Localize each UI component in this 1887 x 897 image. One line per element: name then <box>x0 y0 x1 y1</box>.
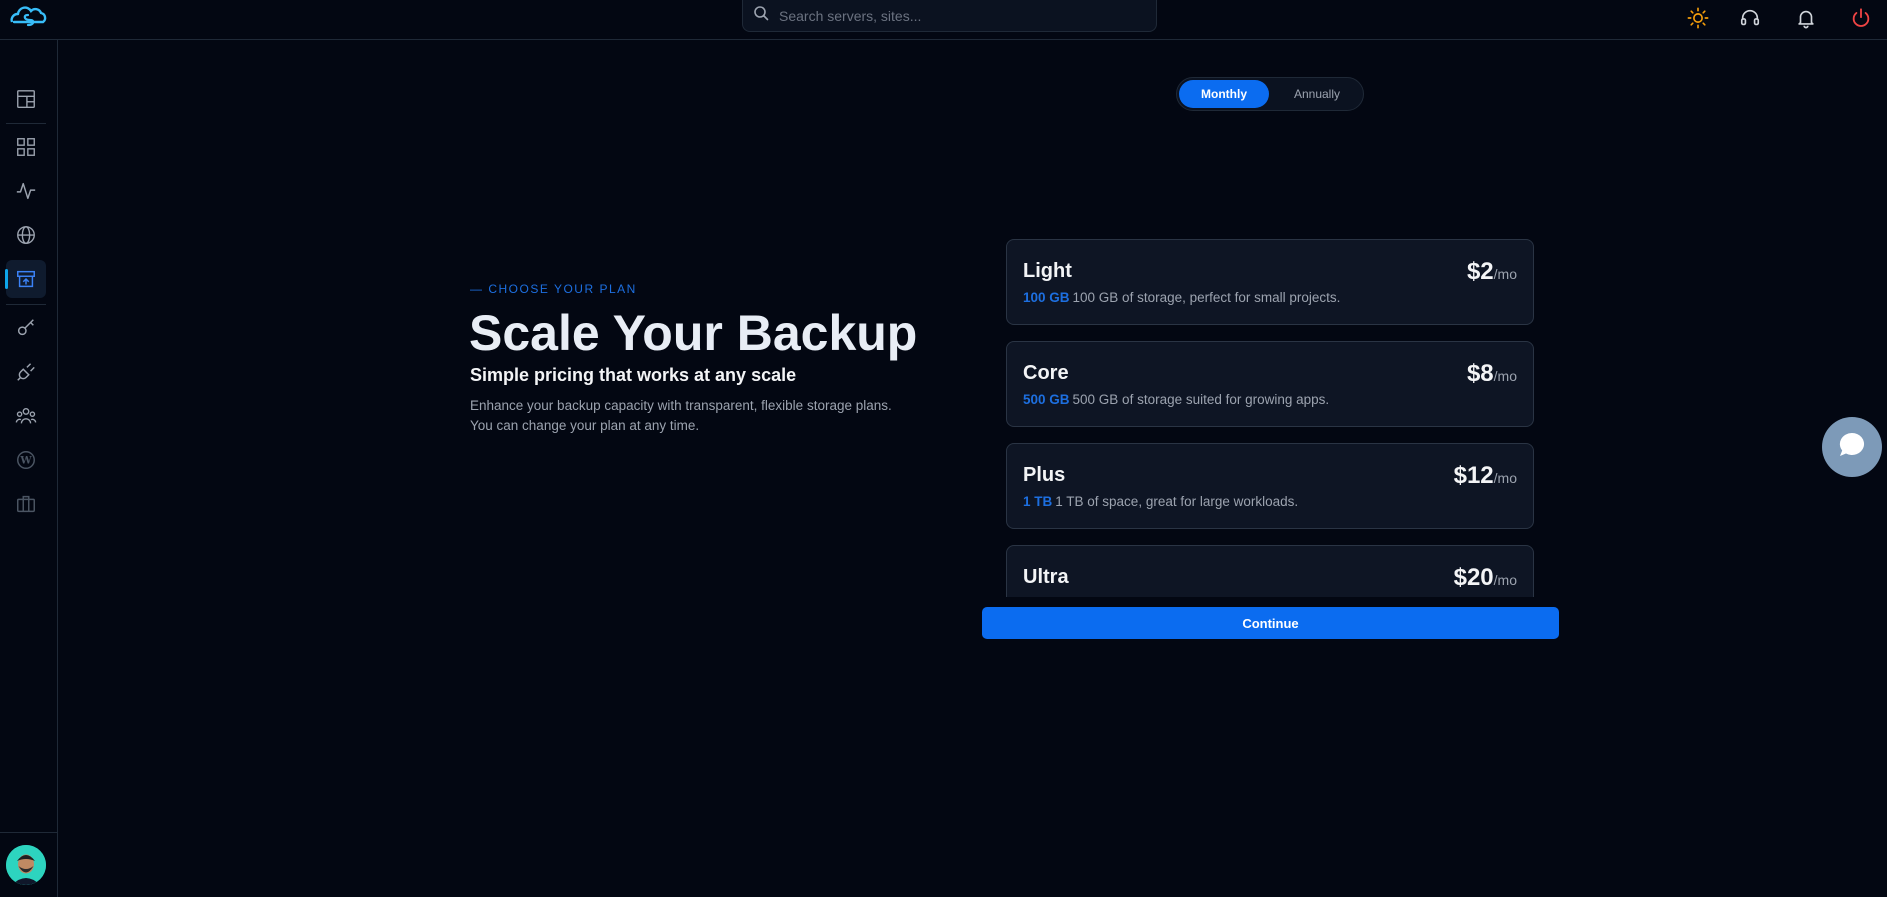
plan-description: 500 GB 500 GB of storage suited for growi… <box>1023 392 1329 407</box>
sidebar-divider <box>6 123 46 124</box>
plan-card-plus[interactable]: Plus $12/mo 1 TB 1 TB of space, great for… <box>1006 443 1534 529</box>
chat-icon <box>1837 430 1867 465</box>
plan-name: Light <box>1023 260 1072 282</box>
sidebar: W <box>0 40 58 897</box>
page-title: Scale Your Backup <box>469 305 918 361</box>
key-icon[interactable] <box>6 309 46 347</box>
price-period: /mo <box>1493 266 1517 282</box>
plan-price: $2/mo <box>1467 258 1517 286</box>
monthly-toggle-button[interactable]: Monthly <box>1179 80 1269 108</box>
plan-price: $8/mo <box>1467 360 1517 388</box>
search-bar[interactable] <box>742 0 1157 32</box>
plan-desc-text: 100 GB of storage, perfect for small pro… <box>1072 290 1341 305</box>
plan-desc-text: 500 GB of storage suited for growing app… <box>1072 392 1330 407</box>
plug-icon[interactable] <box>6 353 46 391</box>
sun-icon[interactable] <box>1684 4 1712 32</box>
top-bar <box>0 0 1887 40</box>
plan-price: $12/mo <box>1454 462 1517 490</box>
description-line: You can change your plan at any time. <box>470 418 700 433</box>
briefcase-icon[interactable] <box>6 485 46 523</box>
continue-button[interactable]: Continue <box>982 607 1559 639</box>
dashboard-icon[interactable] <box>6 80 46 118</box>
plan-description: 100 GB 100 GB of storage, perfect for sma… <box>1023 290 1340 305</box>
wordpress-icon[interactable]: W <box>6 441 46 479</box>
cloudstick-logo[interactable] <box>8 4 52 30</box>
plan-capacity: 500 GB <box>1023 392 1070 407</box>
apps-grid-icon[interactable] <box>6 128 46 166</box>
team-icon[interactable] <box>6 397 46 435</box>
plan-price: $20/mo <box>1454 564 1517 592</box>
price-amount: $20 <box>1453 564 1494 591</box>
plan-name: Plus <box>1023 464 1066 486</box>
chat-widget-button[interactable] <box>1822 417 1882 477</box>
price-amount: $8 <box>1466 360 1494 387</box>
price-amount: $2 <box>1466 258 1494 285</box>
sidebar-bottom-divider <box>0 832 58 833</box>
description-line: Enhance your backup capacity with transp… <box>470 398 892 413</box>
backup-icon[interactable] <box>5 260 46 298</box>
price-period: /mo <box>1493 470 1517 486</box>
plan-description: 1 TB 1 TB of space, great for large workl… <box>1023 494 1298 509</box>
plan-card-ultra[interactable]: Ultra $20/mo <box>1006 545 1534 597</box>
plan-name: Core <box>1023 362 1069 384</box>
plan-card-core[interactable]: Core $8/mo 500 GB 500 GB of storage suite… <box>1006 341 1534 427</box>
annually-toggle-button[interactable]: Annually <box>1273 80 1361 108</box>
plan-list: Light $2/mo 100 GB 100 GB of storage, per… <box>1006 239 1534 597</box>
page-description: Enhance your backup capacity with transp… <box>470 396 940 436</box>
headset-icon[interactable] <box>1736 4 1764 32</box>
activity-icon[interactable] <box>6 172 46 210</box>
price-amount: $12 <box>1453 462 1494 489</box>
avatar[interactable] <box>6 845 46 885</box>
plan-desc-text: 1 TB of space, great for large workloads… <box>1055 494 1299 509</box>
search-icon <box>753 5 769 26</box>
search-input[interactable] <box>779 7 1139 24</box>
sidebar-divider <box>6 304 46 305</box>
billing-period-toggle: Monthly Annually <box>1176 77 1364 111</box>
globe-icon[interactable] <box>6 216 46 254</box>
svg-text:W: W <box>19 456 32 467</box>
power-icon[interactable] <box>1847 4 1875 32</box>
plan-card-light[interactable]: Light $2/mo 100 GB 100 GB of storage, per… <box>1006 239 1534 325</box>
price-period: /mo <box>1493 572 1517 588</box>
page-subtitle: Simple pricing that works at any scale <box>470 365 797 385</box>
eyebrow-label: — CHOOSE YOUR PLAN <box>470 282 637 296</box>
plan-capacity: 1 TB <box>1023 494 1053 509</box>
price-period: /mo <box>1493 368 1517 384</box>
bell-icon[interactable] <box>1792 4 1820 32</box>
plan-capacity: 100 GB <box>1023 290 1070 305</box>
plan-name: Ultra <box>1023 566 1069 588</box>
